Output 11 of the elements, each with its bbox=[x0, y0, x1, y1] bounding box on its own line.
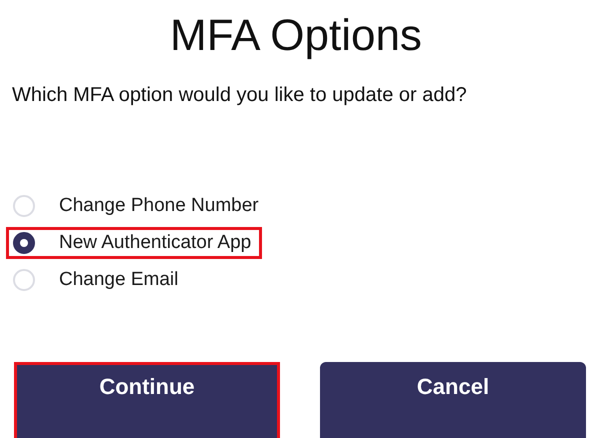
radio-option[interactable]: Change Phone Number bbox=[6, 190, 270, 222]
question-text: Which MFA option would you like to update or add? bbox=[12, 83, 468, 108]
continue-button[interactable]: Continue bbox=[14, 362, 280, 438]
option-label: Change Email bbox=[59, 269, 178, 291]
radio-option[interactable]: Change Email bbox=[6, 264, 190, 296]
radio-button[interactable] bbox=[13, 232, 35, 254]
cancel-button[interactable]: Cancel bbox=[320, 362, 586, 438]
option-label: New Authenticator App bbox=[59, 232, 252, 254]
option-label: Change Phone Number bbox=[59, 195, 259, 217]
radio-option[interactable]: New Authenticator App bbox=[6, 227, 262, 259]
page-title: MFA Options bbox=[169, 10, 423, 62]
